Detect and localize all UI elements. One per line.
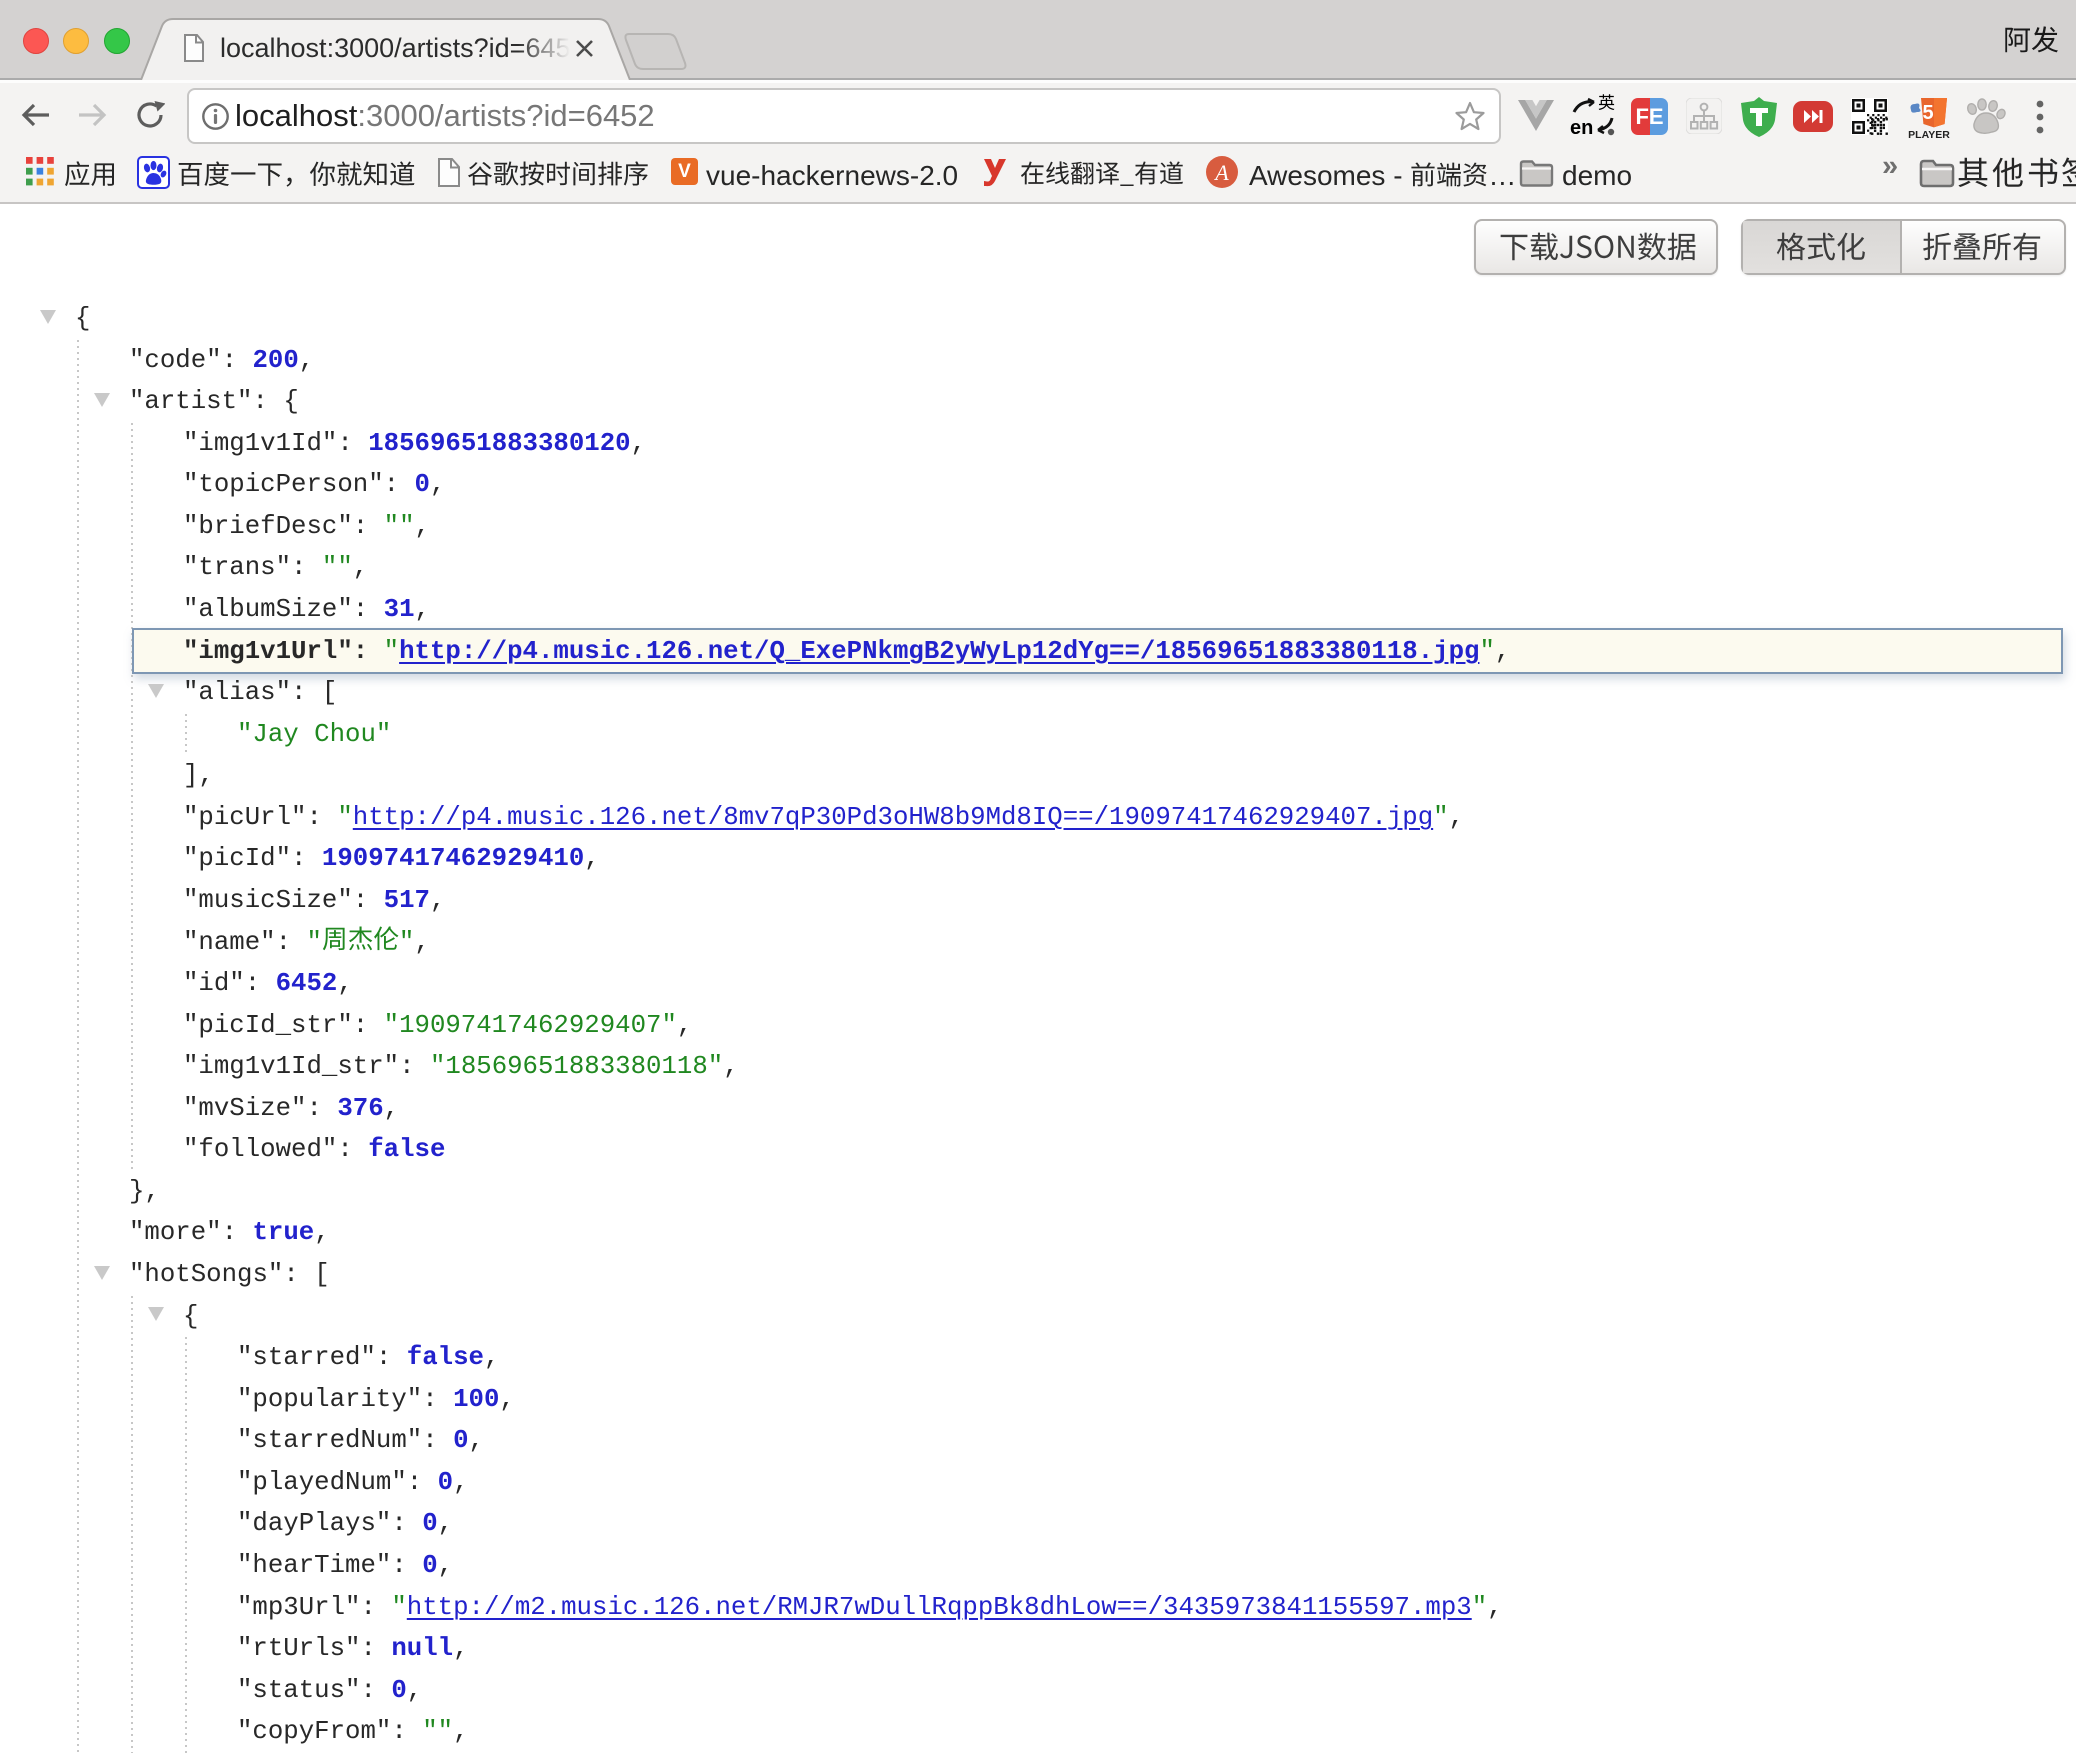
svg-text:5: 5	[1922, 102, 1933, 124]
svg-text:PLAYER: PLAYER	[1908, 129, 1950, 140]
svg-text:A: A	[1213, 160, 1229, 185]
svg-text:en: en	[1570, 117, 1593, 138]
